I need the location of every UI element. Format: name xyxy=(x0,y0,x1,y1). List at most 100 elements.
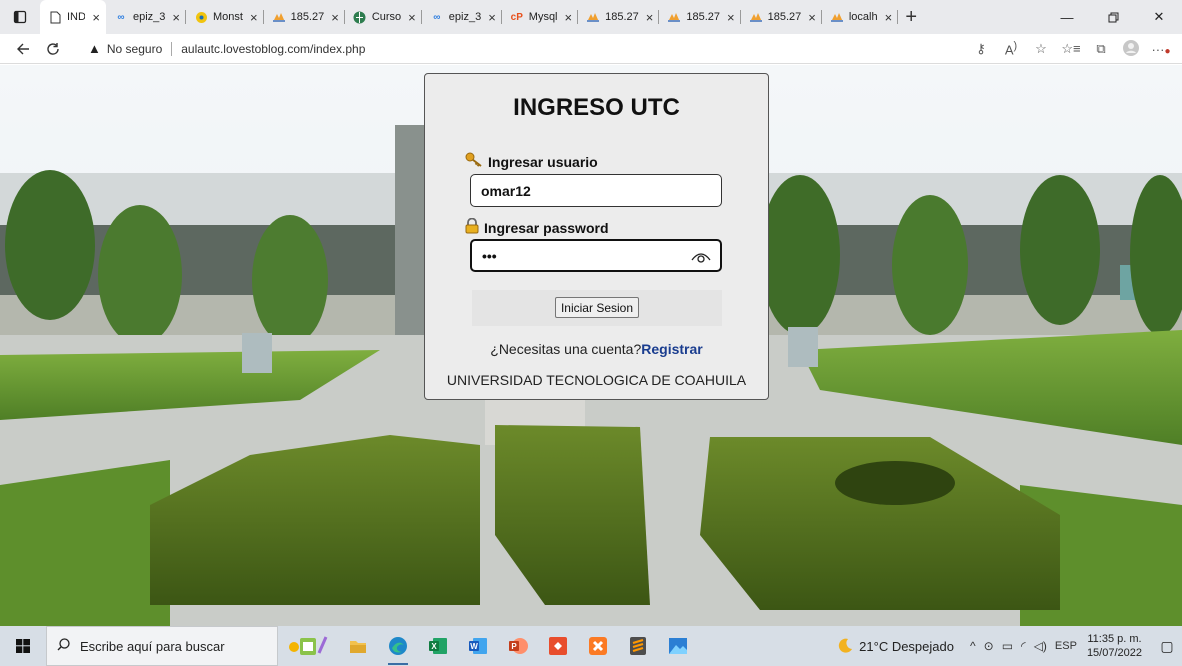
close-icon[interactable]: × xyxy=(172,10,180,25)
weather-text: 21°C Despejado xyxy=(859,638,954,654)
key-icon xyxy=(465,152,483,171)
tab-label: 185.27 xyxy=(605,11,639,23)
omnibox[interactable]: ▲ No seguro aulautc.lovestoblog.com/inde… xyxy=(88,36,988,62)
search-icon xyxy=(57,638,70,654)
close-icon[interactable]: × xyxy=(646,10,654,25)
close-icon[interactable]: × xyxy=(408,10,416,25)
toolbar-buttons: ⚷ A) ☆ ☆≡ ⧉ ···● xyxy=(966,34,1176,64)
close-icon[interactable]: × xyxy=(331,10,339,25)
infinity-icon: ∞ xyxy=(117,11,125,23)
close-icon[interactable]: × xyxy=(488,10,496,25)
password-input[interactable] xyxy=(470,239,722,272)
reload-icon[interactable] xyxy=(38,34,68,64)
tab-localhost[interactable]: localh × xyxy=(822,0,899,34)
taskbar-apps: X W P xyxy=(338,626,698,666)
lock-icon xyxy=(465,217,479,237)
phpmyadmin-icon xyxy=(749,10,763,24)
tab-185-1[interactable]: 185.27 × xyxy=(264,0,346,34)
register-prompt: ¿Necesitas una cuenta?Registrar xyxy=(425,341,768,357)
tab-curso[interactable]: Curso × xyxy=(345,0,422,34)
search-placeholder: Escribe aquí para buscar xyxy=(80,638,225,654)
tab-epiz-2[interactable]: ∞ epiz_3 × xyxy=(422,0,502,34)
photos-icon[interactable] xyxy=(658,626,698,666)
clock-time: 11:35 p. m. xyxy=(1087,633,1142,645)
close-icon[interactable]: × xyxy=(885,10,893,25)
tab-mysql[interactable]: cP Mysql × xyxy=(502,0,579,34)
close-window-icon[interactable]: ✕ xyxy=(1136,0,1182,34)
weather-widget[interactable]: 21°C Despejado xyxy=(837,637,954,656)
address-bar: ▲ No seguro aulautc.lovestoblog.com/inde… xyxy=(0,34,1182,64)
notifications-icon[interactable]: ▢ xyxy=(1152,638,1182,655)
add-favorite-icon[interactable]: ☆ xyxy=(1026,41,1056,57)
tab-label: INDEX xyxy=(67,11,86,23)
tab-index[interactable]: INDEX × xyxy=(40,0,106,34)
username-input[interactable] xyxy=(470,174,722,207)
restore-icon[interactable] xyxy=(1090,0,1136,34)
minimize-icon[interactable]: — xyxy=(1044,0,1090,34)
circle-icon xyxy=(194,10,208,24)
battery-icon[interactable]: ▭ xyxy=(1002,639,1013,653)
favorites-icon[interactable]: ☆≡ xyxy=(1056,41,1086,57)
tab-185-4[interactable]: 185.27 × xyxy=(741,0,823,34)
tab-label: Monst xyxy=(213,11,243,23)
windows-taskbar: Escribe aquí para buscar X W P 21°C Desp… xyxy=(0,626,1182,666)
collections-icon[interactable]: ⧉ xyxy=(1086,41,1116,57)
search-highlight-icon[interactable] xyxy=(278,626,338,666)
eye-icon[interactable] xyxy=(691,249,711,265)
close-icon[interactable]: × xyxy=(92,10,100,25)
tab-monst[interactable]: Monst × xyxy=(186,0,264,34)
excel-icon[interactable]: X xyxy=(418,626,458,666)
file-explorer-icon[interactable] xyxy=(338,626,378,666)
meet-now-icon[interactable]: ⊙ xyxy=(984,639,994,653)
volume-icon[interactable]: ◁) xyxy=(1034,639,1047,653)
tab-label: 185.27 xyxy=(290,11,325,23)
svg-text:W: W xyxy=(470,642,478,651)
globe-icon xyxy=(353,10,367,24)
edge-icon[interactable] xyxy=(378,626,418,666)
close-icon[interactable]: × xyxy=(250,10,258,25)
tab-label: epiz_3 xyxy=(133,11,166,23)
close-icon[interactable]: × xyxy=(808,10,816,25)
taskbar-search-input[interactable]: Escribe aquí para buscar xyxy=(46,626,278,666)
profile-icon[interactable] xyxy=(1116,39,1146,59)
password-label: Ingresar password xyxy=(465,217,609,237)
git-icon[interactable] xyxy=(538,626,578,666)
tab-label: Curso xyxy=(371,11,402,23)
chevron-up-icon[interactable]: ^ xyxy=(970,639,976,653)
powerpoint-icon[interactable]: P xyxy=(498,626,538,666)
register-link[interactable]: Registrar xyxy=(641,341,702,357)
read-aloud-icon[interactable]: A) xyxy=(996,40,1026,57)
username-label: Ingresar usuario xyxy=(465,152,598,171)
language-indicator[interactable]: ESP xyxy=(1055,640,1077,652)
tab-185-3[interactable]: 185.27 × xyxy=(659,0,741,34)
warning-icon: ▲ xyxy=(88,41,101,56)
tab-label: epiz_3 xyxy=(448,11,482,23)
back-arrow-icon[interactable] xyxy=(8,34,38,64)
word-icon[interactable]: W xyxy=(458,626,498,666)
university-name: UNIVERSIDAD TECNOLOGICA DE COAHUILA xyxy=(446,372,747,388)
login-card: INGRESO UTC Ingresar usuario Ingresar pa… xyxy=(424,73,769,400)
tab-label: 185.27 xyxy=(686,11,721,23)
tab-label: Mysql xyxy=(528,11,558,23)
key-icon[interactable]: ⚷ xyxy=(966,41,996,57)
windows-start-icon[interactable] xyxy=(0,626,46,666)
close-icon[interactable]: × xyxy=(727,10,735,25)
login-button[interactable]: Iniciar Sesion xyxy=(555,297,639,318)
tab-185-2[interactable]: 185.27 × xyxy=(578,0,660,34)
new-tab-icon[interactable]: + xyxy=(898,6,924,29)
phpmyadmin-icon xyxy=(586,10,600,24)
infinity-icon: ∞ xyxy=(433,11,441,23)
phpmyadmin-icon xyxy=(667,10,681,24)
sublime-text-icon[interactable] xyxy=(618,626,658,666)
close-icon[interactable]: × xyxy=(565,10,573,25)
xampp-icon[interactable] xyxy=(578,626,618,666)
security-label: No seguro xyxy=(106,41,163,56)
tab-epiz-1[interactable]: ∞ epiz_3 × xyxy=(106,0,187,34)
clock[interactable]: 11:35 p. m. 15/07/2022 xyxy=(1087,632,1142,660)
phpmyadmin-icon xyxy=(830,10,844,24)
more-options-icon[interactable]: ···● xyxy=(1146,42,1176,57)
svg-text:X: X xyxy=(431,642,437,651)
window-controls: — ✕ xyxy=(1044,0,1182,34)
tab-actions-icon[interactable] xyxy=(0,0,40,34)
wifi-icon[interactable]: ◜ xyxy=(1021,639,1026,653)
